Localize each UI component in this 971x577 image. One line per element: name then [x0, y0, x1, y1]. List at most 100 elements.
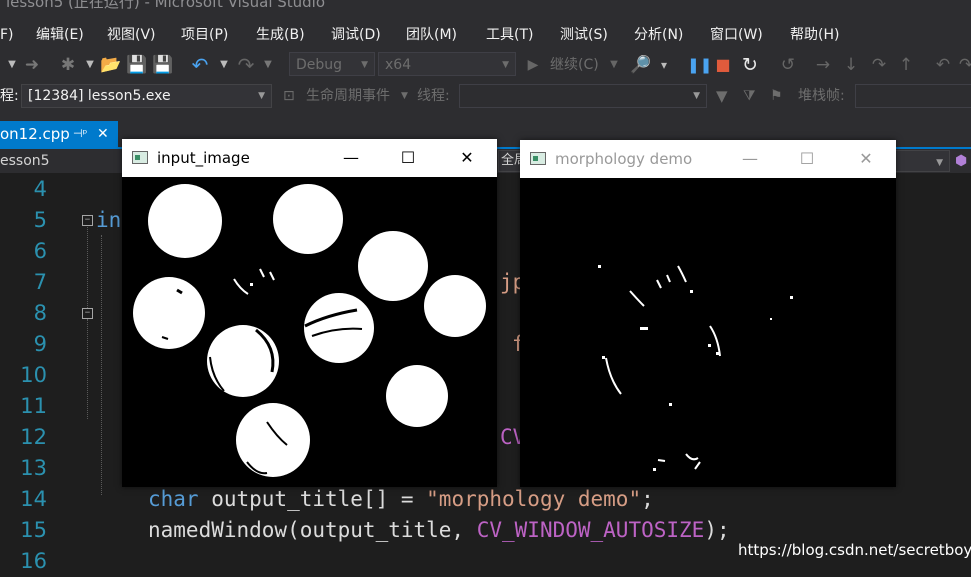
line-number: 16 [20, 549, 47, 573]
line-number: 11 [20, 394, 47, 418]
stackframe-label: 堆栈帧: [798, 88, 845, 104]
close-button[interactable]: ✕ [843, 140, 889, 178]
filter-icon[interactable]: ▼ [716, 85, 728, 107]
forward-step-icon[interactable]: ↷ [956, 54, 971, 76]
window-title-bar[interactable]: input_image — ☐ ✕ [122, 139, 497, 177]
stackframe-select[interactable] [855, 84, 971, 108]
window-title-bar[interactable]: morphology demo — ☐ ✕ [520, 140, 896, 178]
menu-debug[interactable]: 调试(D) [331, 20, 381, 50]
undo-icon[interactable]: ↶ [190, 54, 210, 76]
stop-icon[interactable]: ■ [713, 54, 733, 76]
menu-build[interactable]: 生成(B) [256, 20, 305, 50]
step-over-arrow-icon[interactable]: → [813, 54, 833, 76]
input-image-window[interactable]: input_image — ☐ ✕ [122, 139, 497, 487]
solution-config-select[interactable]: Debug ▼ [289, 52, 375, 76]
dropdown-arrow-icon[interactable]: ▼ [604, 54, 624, 76]
menu-file[interactable]: F) [0, 20, 14, 50]
menu-project[interactable]: 项目(P) [181, 20, 228, 50]
lifecycle-events-button[interactable]: 生命周期事件 [306, 85, 390, 107]
window-title: lesson5 (正在运行) - Microsoft Visual Studio [6, 0, 326, 11]
dropdown-arrow-icon[interactable]: ▼ [214, 54, 234, 76]
toggle-filter-icon[interactable]: ⧩ [743, 85, 756, 107]
restart-icon[interactable]: ↻ [740, 54, 760, 76]
thread-select[interactable]: ▼ [459, 84, 707, 108]
flag-threads-icon[interactable]: ⚑ [770, 85, 783, 107]
step-out-icon[interactable]: ↑ [896, 54, 916, 76]
chevron-down-icon: ▼ [693, 91, 700, 101]
app-icon [132, 151, 148, 164]
show-next-statement-icon[interactable]: ↺ [778, 54, 798, 76]
menu-edit[interactable]: 编辑(E) [36, 20, 84, 50]
play-icon[interactable]: ▶ [523, 54, 543, 76]
menu-team[interactable]: 团队(M) [406, 20, 457, 50]
thread-label: 线程: [417, 88, 450, 104]
tophat-result-image [598, 265, 793, 471]
line-number: 6 [33, 239, 47, 263]
minimize-button[interactable]: — [328, 139, 374, 177]
tab-lesson12-cpp[interactable]: on12.cpp ⊣ᵖ ✕ [0, 121, 118, 147]
menu-test[interactable]: 测试(S) [560, 20, 608, 50]
menu-view[interactable]: 视图(V) [107, 20, 156, 50]
step-into-icon[interactable]: ↓ [841, 54, 861, 76]
line-number: 14 [20, 487, 47, 511]
line-number: 4 [33, 177, 47, 201]
line-number: 7 [33, 270, 47, 294]
undo-step-icon[interactable]: ↶ [933, 54, 953, 76]
app-icon [530, 152, 546, 165]
cube-icon: ⬢ [955, 153, 968, 169]
fold-guide [87, 319, 88, 419]
line-number: 12 [20, 425, 47, 449]
redo-icon[interactable]: ↷ [236, 54, 256, 76]
menu-window[interactable]: 窗口(W) [710, 20, 763, 50]
dropdown-arrow-icon[interactable]: ▼ [258, 54, 278, 76]
chevron-down-icon: ▼ [936, 158, 943, 168]
line-number: 9 [33, 332, 47, 356]
binary-blobs-image [133, 184, 486, 477]
pin-icon[interactable]: ⊣ᵖ [73, 121, 87, 147]
solution-platform-select[interactable]: x64 ▼ [378, 52, 516, 76]
collapse-toggle[interactable]: − [82, 215, 93, 226]
minimize-button[interactable]: — [727, 140, 773, 178]
process-select[interactable]: [12384] lesson5.exe ▼ [21, 84, 272, 108]
line-number: 10 [20, 363, 47, 387]
dropdown-arrow-icon[interactable]: ▼ [80, 54, 100, 76]
window-caption: input_image [157, 149, 250, 167]
save-all-icon[interactable]: 💾 [152, 54, 173, 76]
project-scope-select[interactable]: esson5 [0, 149, 50, 173]
chevron-down-icon[interactable]: ▼ [401, 85, 408, 107]
pause-icon[interactable]: ❚❚ [687, 54, 712, 76]
save-icon[interactable]: 💾 [126, 54, 147, 76]
vs-title-bar: lesson5 (正在运行) - Microsoft Visual Studio [0, 0, 971, 20]
line-number: 5 [33, 208, 47, 232]
process-find-icon[interactable]: 🔎 [630, 54, 651, 76]
close-button[interactable]: ✕ [444, 139, 490, 177]
process-label: 程: [0, 88, 19, 104]
code-line-14: char output_title[] = "morphology demo"; [148, 487, 654, 511]
collapse-toggle[interactable]: − [82, 308, 93, 319]
menu-analyze[interactable]: 分析(N) [634, 20, 683, 50]
menu-help[interactable]: 帮助(H) [790, 20, 839, 50]
lifecycle-events-icon[interactable]: ⊡ [283, 85, 295, 107]
chevron-down-icon: ▼ [361, 60, 368, 70]
maximize-button[interactable]: ☐ [385, 139, 431, 177]
line-number: 13 [20, 456, 47, 480]
step-over-icon[interactable]: ↷ [869, 54, 889, 76]
code-line-15: namedWindow(output_title, CV_WINDOW_AUTO… [148, 518, 730, 542]
close-icon[interactable]: ✕ [97, 121, 109, 147]
continue-button[interactable]: 继续(C) [550, 54, 599, 76]
standard-toolbar: ▼ ➜ ✱ ▼ 📂 💾 💾 ↶ ▼ ↷ ▼ Debug ▼ x64 ▼ ▶ 继续(C… [0, 50, 971, 80]
maximize-button[interactable]: ☐ [784, 140, 830, 178]
menu-tools[interactable]: 工具(T) [486, 20, 533, 50]
debug-location-toolbar: 程: [12384] lesson5.exe ▼ ⊡ 生命周期事件 ▼ 线程: ▼… [0, 80, 971, 112]
navigate-forward-icon[interactable]: ➜ [22, 54, 42, 76]
new-project-icon[interactable]: ✱ [58, 54, 78, 76]
indent-guide [101, 235, 102, 495]
line-number: 8 [33, 301, 47, 325]
input-image-canvas [122, 177, 497, 487]
chevron-down-icon: ▼ [258, 91, 265, 101]
line-number: 15 [20, 518, 47, 542]
dropdown-arrow-icon[interactable]: ▼ [2, 54, 22, 76]
morphology-demo-window[interactable]: morphology demo — ☐ ✕ [520, 140, 896, 487]
open-folder-icon[interactable]: 📂 [100, 54, 121, 76]
dropdown-arrow-icon[interactable]: ▾ [654, 54, 674, 76]
